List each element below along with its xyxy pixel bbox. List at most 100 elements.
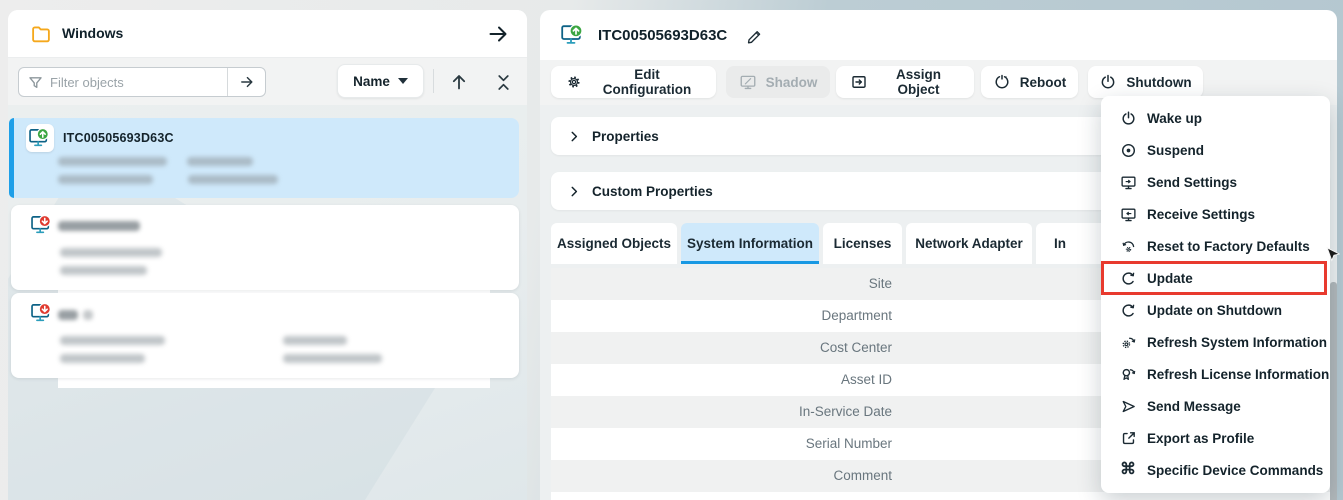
suspend-icon (1119, 141, 1137, 159)
menu-item-reset-to-factory-defaults[interactable]: Reset to Factory Defaults (1101, 230, 1330, 262)
chevron-right-icon (567, 184, 582, 199)
award-refresh-icon (1119, 365, 1137, 383)
menu-item-label: Refresh License Information (1147, 367, 1329, 382)
device-commands-menu: Wake up Suspend Send Settings Receive Se… (1101, 96, 1330, 493)
assign-object-button[interactable]: Assign Object (836, 66, 974, 98)
menu-item-refresh-system-information[interactable]: Refresh System Information (1101, 326, 1330, 358)
reboot-button[interactable]: Reboot (981, 66, 1078, 98)
shutdown-label: Shutdown (1126, 75, 1191, 90)
tab-network-adapter[interactable]: Network Adapter (906, 223, 1032, 264)
chevron-right-icon (567, 129, 582, 144)
gear-icon (565, 73, 583, 91)
row-label: Department (551, 300, 892, 332)
device-offline-icon (28, 211, 56, 239)
menu-item-label: Receive Settings (1147, 207, 1255, 222)
device-list-item[interactable] (11, 293, 519, 378)
detail-tabs: Assigned Objects System Information Lice… (551, 223, 1116, 264)
row-label: Serial Number (551, 428, 892, 460)
export-icon (1119, 429, 1137, 447)
row-label: Site (551, 268, 892, 300)
row-label: Comment (551, 460, 892, 492)
sort-by-label: Name (353, 74, 390, 89)
menu-item-update-on-shutdown[interactable]: Update on Shutdown (1101, 294, 1330, 326)
device-title: ITC00505693D63C (598, 27, 727, 44)
apply-filter-button[interactable] (227, 68, 265, 96)
shutdown-button[interactable]: Shutdown (1088, 66, 1203, 98)
menu-item-wake-up[interactable]: Wake up (1101, 102, 1330, 134)
redacted-text (187, 157, 253, 166)
menu-item-label: Send Message (1147, 399, 1241, 414)
menu-item-specific-device-commands[interactable]: ⌘ Specific Device Commands (1101, 454, 1330, 486)
device-list-item[interactable] (11, 205, 519, 290)
menu-item-label: Send Settings (1147, 175, 1237, 190)
reboot-icon (993, 73, 1011, 91)
device-list-panel: Windows Name (8, 10, 527, 500)
assign-object-label: Assign Object (877, 67, 960, 97)
menu-item-send-settings[interactable]: Send Settings (1101, 166, 1330, 198)
device-list-item[interactable]: ITC00505693D63C (9, 118, 519, 198)
menu-item-label: Suspend (1147, 143, 1204, 158)
shadow-monitor-icon (739, 73, 757, 91)
toolbar-divider (433, 69, 434, 93)
menu-item-update[interactable]: Update (1101, 262, 1330, 294)
redacted-device-name (58, 221, 140, 231)
power-icon (1099, 73, 1117, 91)
device-online-icon (560, 22, 586, 48)
redacted-device-name (83, 310, 93, 320)
menu-item-label: Update (1147, 271, 1193, 286)
command-icon: ⌘ (1119, 461, 1137, 479)
redacted-text (58, 175, 153, 184)
device-name: ITC00505693D63C (63, 131, 174, 145)
tab-assigned-objects[interactable]: Assigned Objects (551, 223, 677, 264)
paper-plane-icon (1119, 397, 1137, 415)
row-label: In-Service Date (551, 396, 892, 428)
folder-title: Windows (62, 25, 123, 41)
folder-header: Windows (8, 10, 527, 58)
filter-input-group (18, 67, 266, 97)
custom-properties-label: Custom Properties (592, 184, 713, 199)
menu-item-receive-settings[interactable]: Receive Settings (1101, 198, 1330, 230)
power-icon (1119, 109, 1137, 127)
menu-item-label: Update on Shutdown (1147, 303, 1282, 318)
redacted-text (283, 336, 347, 345)
folder-icon (30, 23, 52, 45)
arrow-right-icon[interactable] (487, 23, 509, 45)
redacted-text (60, 336, 165, 345)
menu-item-send-message[interactable]: Send Message (1101, 390, 1330, 422)
properties-label: Properties (592, 129, 659, 144)
monitor-arrow-left-icon (1119, 205, 1137, 223)
menu-item-label: Refresh System Information (1147, 335, 1327, 350)
row-label: Asset ID (551, 364, 892, 396)
funnel-icon (27, 74, 44, 91)
redacted-text (60, 266, 147, 275)
menu-item-suspend[interactable]: Suspend (1101, 134, 1330, 166)
collapse-all-icon[interactable] (492, 71, 514, 93)
gear-refresh-icon (1119, 333, 1137, 351)
arrow-up-icon[interactable] (448, 71, 470, 93)
redacted-text (58, 157, 167, 166)
filter-input[interactable] (44, 75, 227, 90)
edit-configuration-button[interactable]: Edit Configuration (551, 66, 716, 98)
pencil-icon[interactable] (746, 28, 763, 45)
menu-item-export-as-profile[interactable]: Export as Profile (1101, 422, 1330, 454)
scrollbar-thumb[interactable] (1330, 282, 1337, 500)
sort-by-button[interactable]: Name (337, 64, 424, 98)
menu-item-label: Reset to Factory Defaults (1147, 239, 1310, 254)
tab-licenses[interactable]: Licenses (823, 223, 902, 264)
reboot-label: Reboot (1020, 75, 1067, 90)
shadow-button[interactable]: Shadow (726, 66, 830, 98)
redacted-text (60, 248, 162, 257)
redacted-text (188, 175, 278, 184)
redacted-text (283, 354, 382, 363)
device-online-icon (26, 124, 54, 152)
menu-item-refresh-license-information[interactable]: Refresh License Information (1101, 358, 1330, 390)
menu-item-label: Export as Profile (1147, 431, 1254, 446)
refresh-icon (1119, 269, 1137, 287)
menu-item-label: Specific Device Commands (1147, 463, 1323, 478)
filter-toolbar: Name (8, 58, 527, 105)
assign-object-icon (850, 73, 868, 91)
refresh-icon (1119, 301, 1137, 319)
redacted-device-name (58, 310, 78, 320)
tab-system-information[interactable]: System Information (681, 223, 819, 264)
caret-down-icon (398, 78, 408, 84)
